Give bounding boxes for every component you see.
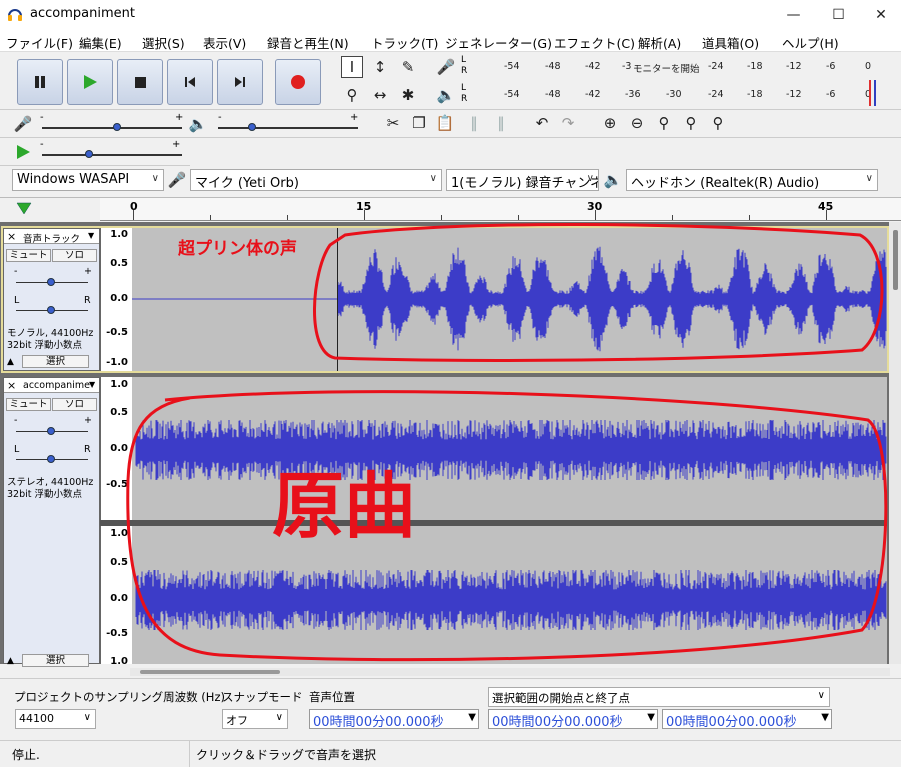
selection-start-value: 00時間00分00.000秒 (492, 715, 623, 730)
annotation-original-label: 原曲 (272, 464, 417, 548)
selection-mode-value: 選択範囲の開始点と終了点 (492, 691, 630, 705)
chevron-down-icon: ∨ (83, 712, 91, 723)
annotation-circle-voice (313, 222, 884, 362)
annotation-overlay (126, 222, 888, 662)
selection-start-field[interactable]: 00時間00分00.000秒 ▼ (488, 709, 658, 730)
triangle-down-icon: ▼ (468, 712, 476, 723)
annotation-circle-original (126, 390, 888, 662)
project-rate-dropdown[interactable]: 44100 ∨ (15, 709, 96, 729)
triangle-down-icon: ▼ (821, 712, 829, 723)
snap-mode-label: スナップモード (222, 690, 303, 704)
triangle-down-icon: ▼ (647, 712, 655, 723)
chevron-down-icon: ∨ (817, 690, 825, 701)
selection-toolbar: プロジェクトのサンプリング周波数 (Hz) 44100 ∨ スナップモード オフ ∨… (0, 678, 901, 740)
audio-position-value: 00時間00分00.000秒 (313, 715, 444, 730)
annotation-voice-label: 超プリン体の声 (178, 239, 297, 259)
horizontal-scroll-thumb[interactable] (140, 670, 280, 674)
snap-mode-dropdown[interactable]: オフ ∨ (222, 709, 288, 729)
snap-mode-value: オフ (226, 714, 248, 727)
project-rate-value: 44100 (19, 712, 54, 725)
selection-mode-dropdown[interactable]: 選択範囲の開始点と終了点 ∨ (488, 687, 830, 707)
status-state: 停止. (12, 748, 40, 762)
selection-end-value: 00時間00分00.000秒 (666, 715, 797, 730)
audio-position-field[interactable]: 00時間00分00.000秒 ▼ (309, 709, 479, 730)
audio-position-label: 音声位置 (309, 690, 355, 704)
project-rate-label: プロジェクトのサンプリング周波数 (Hz) (14, 690, 225, 704)
chevron-down-icon: ∨ (275, 712, 283, 723)
status-hint: クリック＆ドラッグで音声を選択 (196, 748, 377, 762)
status-bar: 停止. クリック＆ドラッグで音声を選択 (0, 740, 901, 767)
status-divider (189, 741, 190, 767)
selection-end-field[interactable]: 00時間00分00.000秒 ▼ (662, 709, 832, 730)
